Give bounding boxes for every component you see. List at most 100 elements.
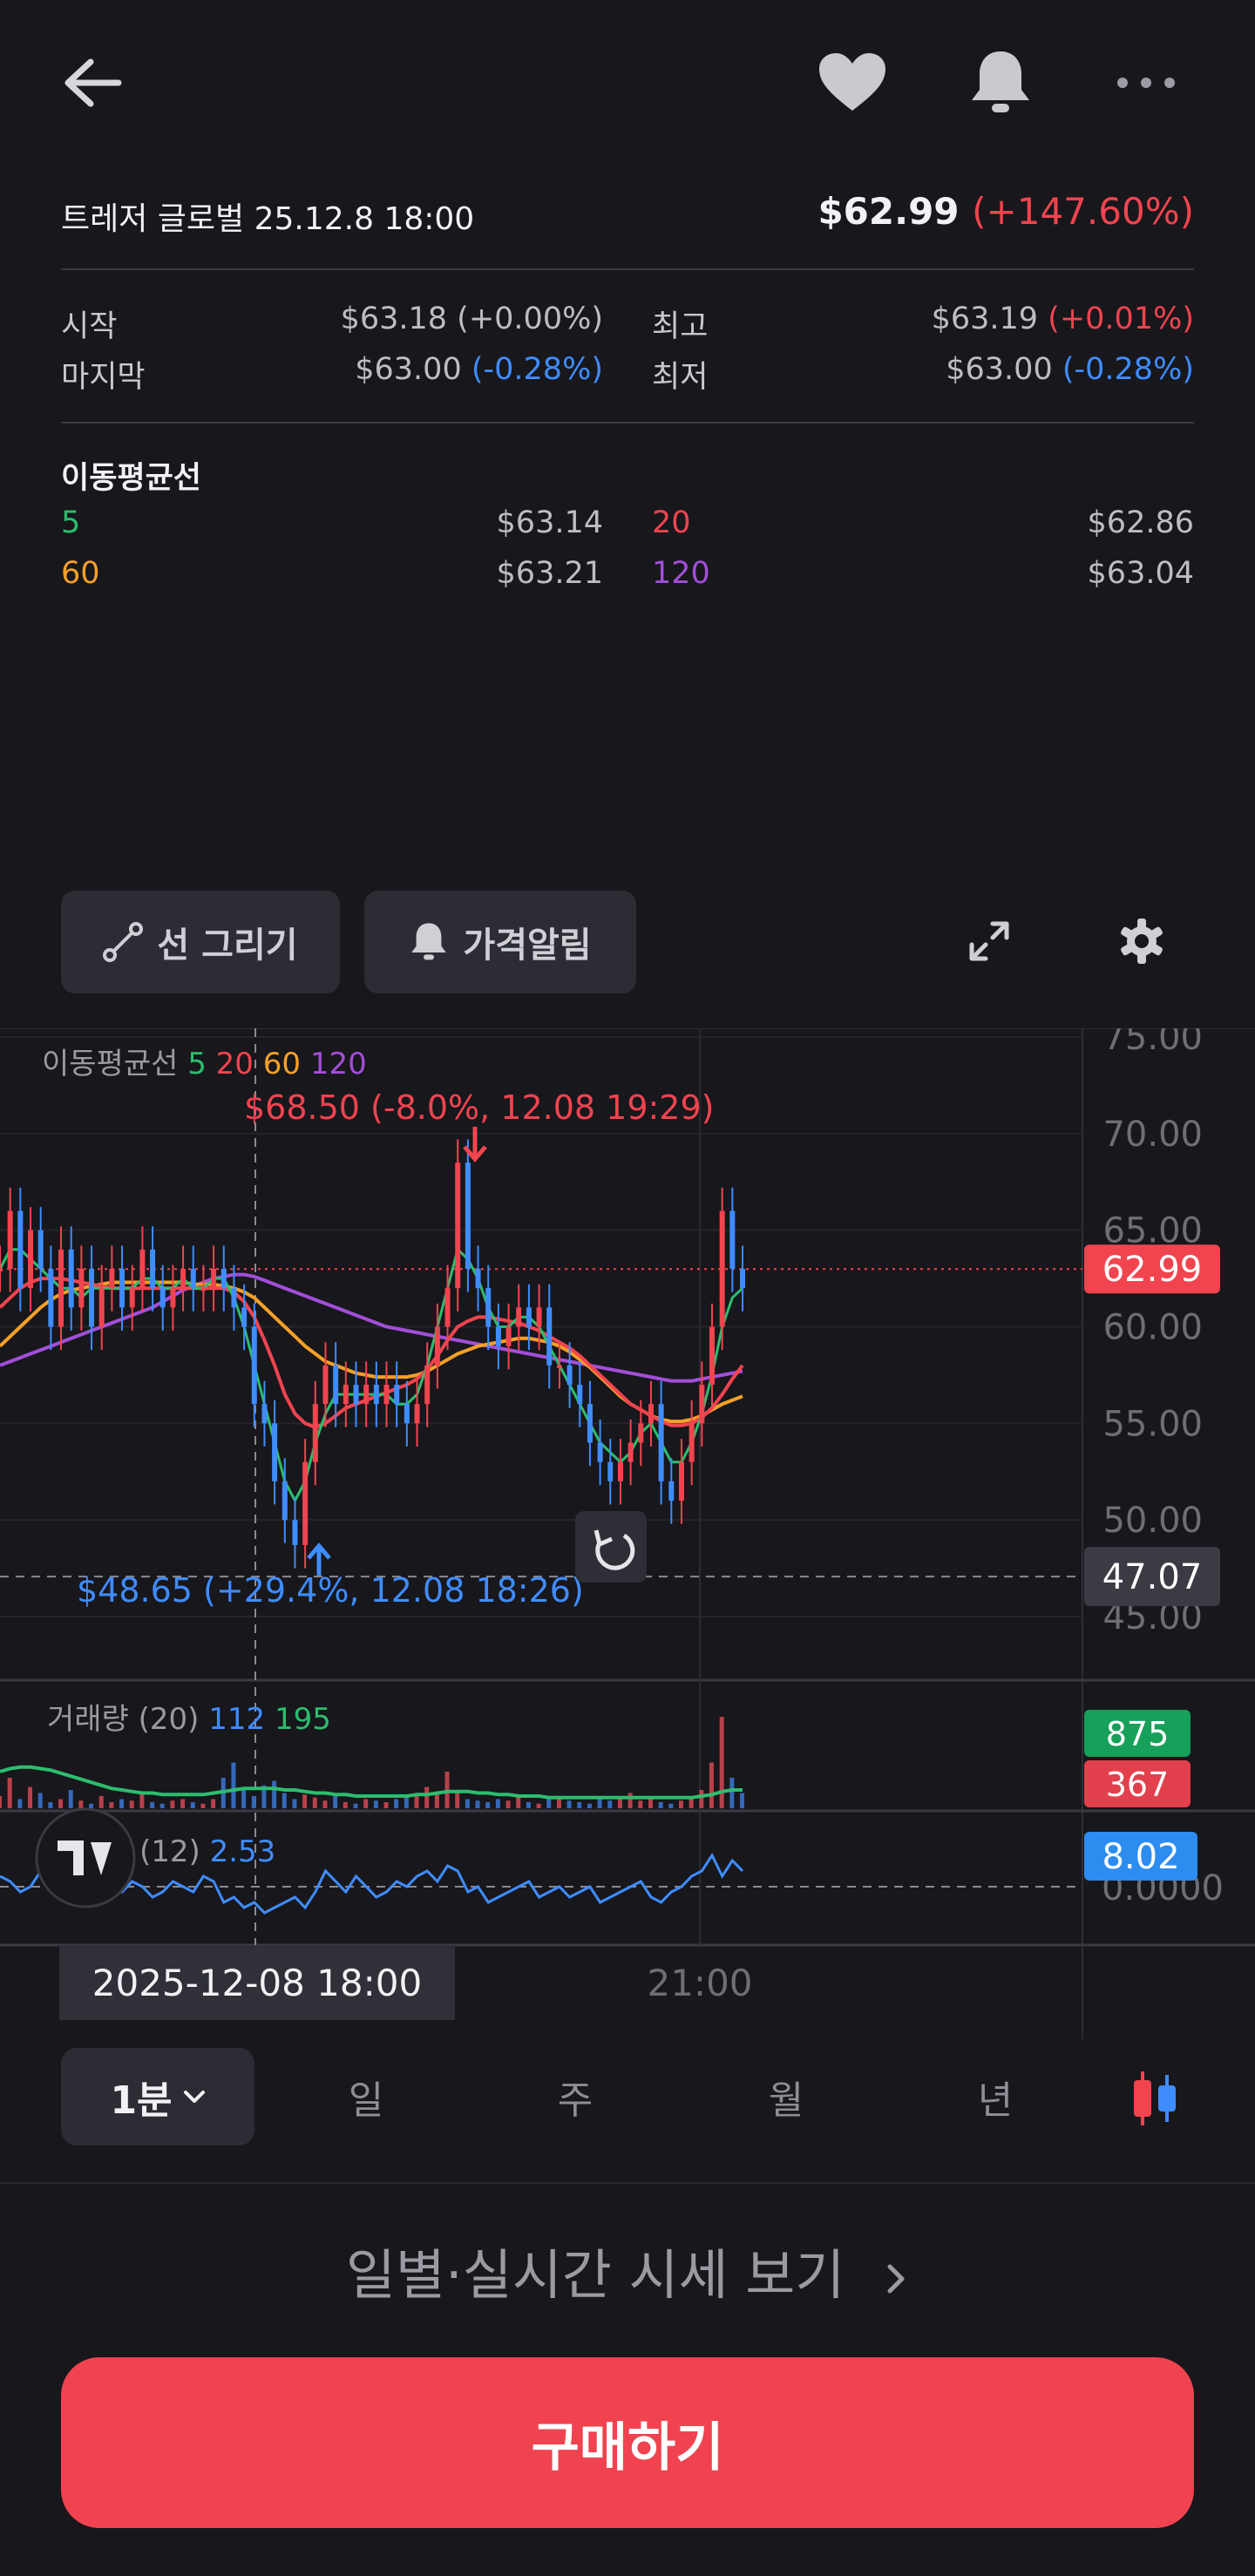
volume-bar [353, 1803, 358, 1808]
heart-icon[interactable] [802, 35, 902, 131]
tab-year[interactable]: 년 [943, 2069, 1048, 2125]
period-selected-label: 1분 [110, 2078, 173, 2123]
volume-bar [170, 1800, 175, 1808]
volume-bar [485, 1802, 491, 1808]
price-candle [129, 1288, 135, 1308]
price-candle [0, 1269, 3, 1271]
volume-bar [404, 1796, 409, 1808]
price-candle [709, 1326, 715, 1385]
ma-120-period: 120 [652, 556, 710, 591]
price-candle [577, 1385, 583, 1405]
close-change: (-0.28%) [471, 352, 603, 387]
price-chart[interactable]: 75.0070.0065.0060.0055.0050.0045.000.000… [0, 1028, 1255, 2039]
expand-icon[interactable] [950, 898, 1028, 985]
price-candle [292, 1520, 298, 1545]
volume-bar [373, 1800, 378, 1808]
volume-bar [48, 1802, 53, 1808]
volume-bar [68, 1790, 73, 1808]
price-candle [119, 1269, 126, 1308]
price-alert-button[interactable]: 가격알림 [364, 891, 636, 993]
price-candle [526, 1307, 532, 1327]
price-candle [505, 1326, 512, 1346]
price-candle [109, 1269, 115, 1289]
volume-bar [505, 1800, 511, 1808]
period-selector[interactable]: 1분 [61, 2048, 254, 2146]
y-tick-label: 50.00 [1102, 1501, 1203, 1541]
y-tick-label: 60.00 [1102, 1308, 1203, 1348]
price-candle [170, 1288, 176, 1308]
price-candle [343, 1385, 349, 1405]
volume-bar [139, 1793, 145, 1808]
volume-bar [343, 1802, 348, 1808]
price-candle [566, 1365, 573, 1385]
volume-bar [740, 1793, 744, 1808]
ma-legend: 이동평균선 5 20 60 120 [42, 1047, 367, 1081]
back-arrow-icon[interactable] [44, 35, 139, 131]
price-candle [648, 1404, 654, 1424]
volume-bar [658, 1802, 663, 1808]
price-candle [455, 1163, 461, 1289]
volume-bar [98, 1796, 104, 1808]
price-candle [302, 1461, 309, 1545]
volume-bar [424, 1786, 430, 1808]
volume-badge-green-text: 875 [1106, 1715, 1170, 1753]
volume-bar [516, 1796, 521, 1808]
more-icon[interactable] [1098, 35, 1194, 131]
high-price: $63.19 [931, 302, 1039, 336]
volume-bar [363, 1799, 369, 1808]
volume-bar [719, 1717, 724, 1808]
volume-legend: 거래량 (20) 112 195 [47, 1702, 331, 1737]
price-candle [383, 1385, 390, 1405]
daily-quote-link[interactable]: 일별·실시간 시세 보기 [0, 2231, 1255, 2309]
draw-line-label: 선 그리기 [157, 925, 298, 966]
volume-bar [383, 1802, 389, 1808]
candlestick-icon[interactable] [1116, 2057, 1194, 2140]
low-price: $63.00 [946, 352, 1053, 387]
volume-bar [28, 1786, 33, 1808]
volume-bar [78, 1800, 84, 1808]
current-price-badge-text: 62.99 [1102, 1250, 1203, 1290]
ma-legend-period: 120 [310, 1047, 367, 1081]
draw-line-button[interactable]: 선 그리기 [61, 891, 340, 993]
tab-week[interactable]: 주 [523, 2069, 628, 2125]
volume-legend-item: 112 [208, 1702, 275, 1737]
volume-bar [159, 1803, 165, 1808]
oscillator-badge-text: 8.02 [1102, 1837, 1179, 1877]
price-candle [7, 1210, 13, 1269]
gear-icon[interactable] [1102, 898, 1181, 985]
divider [61, 268, 1194, 270]
price-candle [272, 1423, 278, 1481]
volume-bar [495, 1799, 500, 1808]
oscillator-legend-item: 2.53 [210, 1834, 276, 1869]
bell-icon[interactable] [950, 35, 1050, 131]
volume-bar [58, 1799, 64, 1808]
price-candle [48, 1269, 54, 1327]
price-candle [536, 1307, 542, 1327]
volume-bar [200, 1803, 206, 1808]
open-label: 시작 [61, 309, 118, 344]
stock-title: 트레저 글로벌 25.12.8 18:00 [61, 201, 475, 237]
price-candle [333, 1365, 339, 1405]
price-candle [394, 1385, 400, 1405]
ma-legend-period: 5 [187, 1047, 215, 1081]
price-candle [190, 1269, 196, 1289]
volume-bar [89, 1803, 94, 1808]
price-candle [180, 1269, 187, 1289]
volume-bar [546, 1799, 552, 1808]
volume-bar [312, 1797, 317, 1808]
tab-day[interactable]: 일 [314, 2069, 418, 2125]
low-label: 최저 [652, 360, 709, 395]
volume-bar [322, 1800, 328, 1808]
volume-bar [272, 1780, 277, 1808]
open-price: $63.18 [340, 302, 448, 336]
volume-bar [109, 1802, 114, 1808]
volume-bar [709, 1762, 714, 1808]
buy-button[interactable]: 구매하기 [61, 2357, 1194, 2528]
close-value: $63.00 (-0.28%) [355, 352, 603, 387]
volume-bar [241, 1790, 247, 1808]
price-candle [17, 1210, 24, 1289]
volume-bar [190, 1802, 195, 1808]
high-value: $63.19 (+0.01%) [932, 302, 1194, 336]
tab-month[interactable]: 월 [734, 2069, 838, 2125]
volume-bar [475, 1800, 480, 1808]
